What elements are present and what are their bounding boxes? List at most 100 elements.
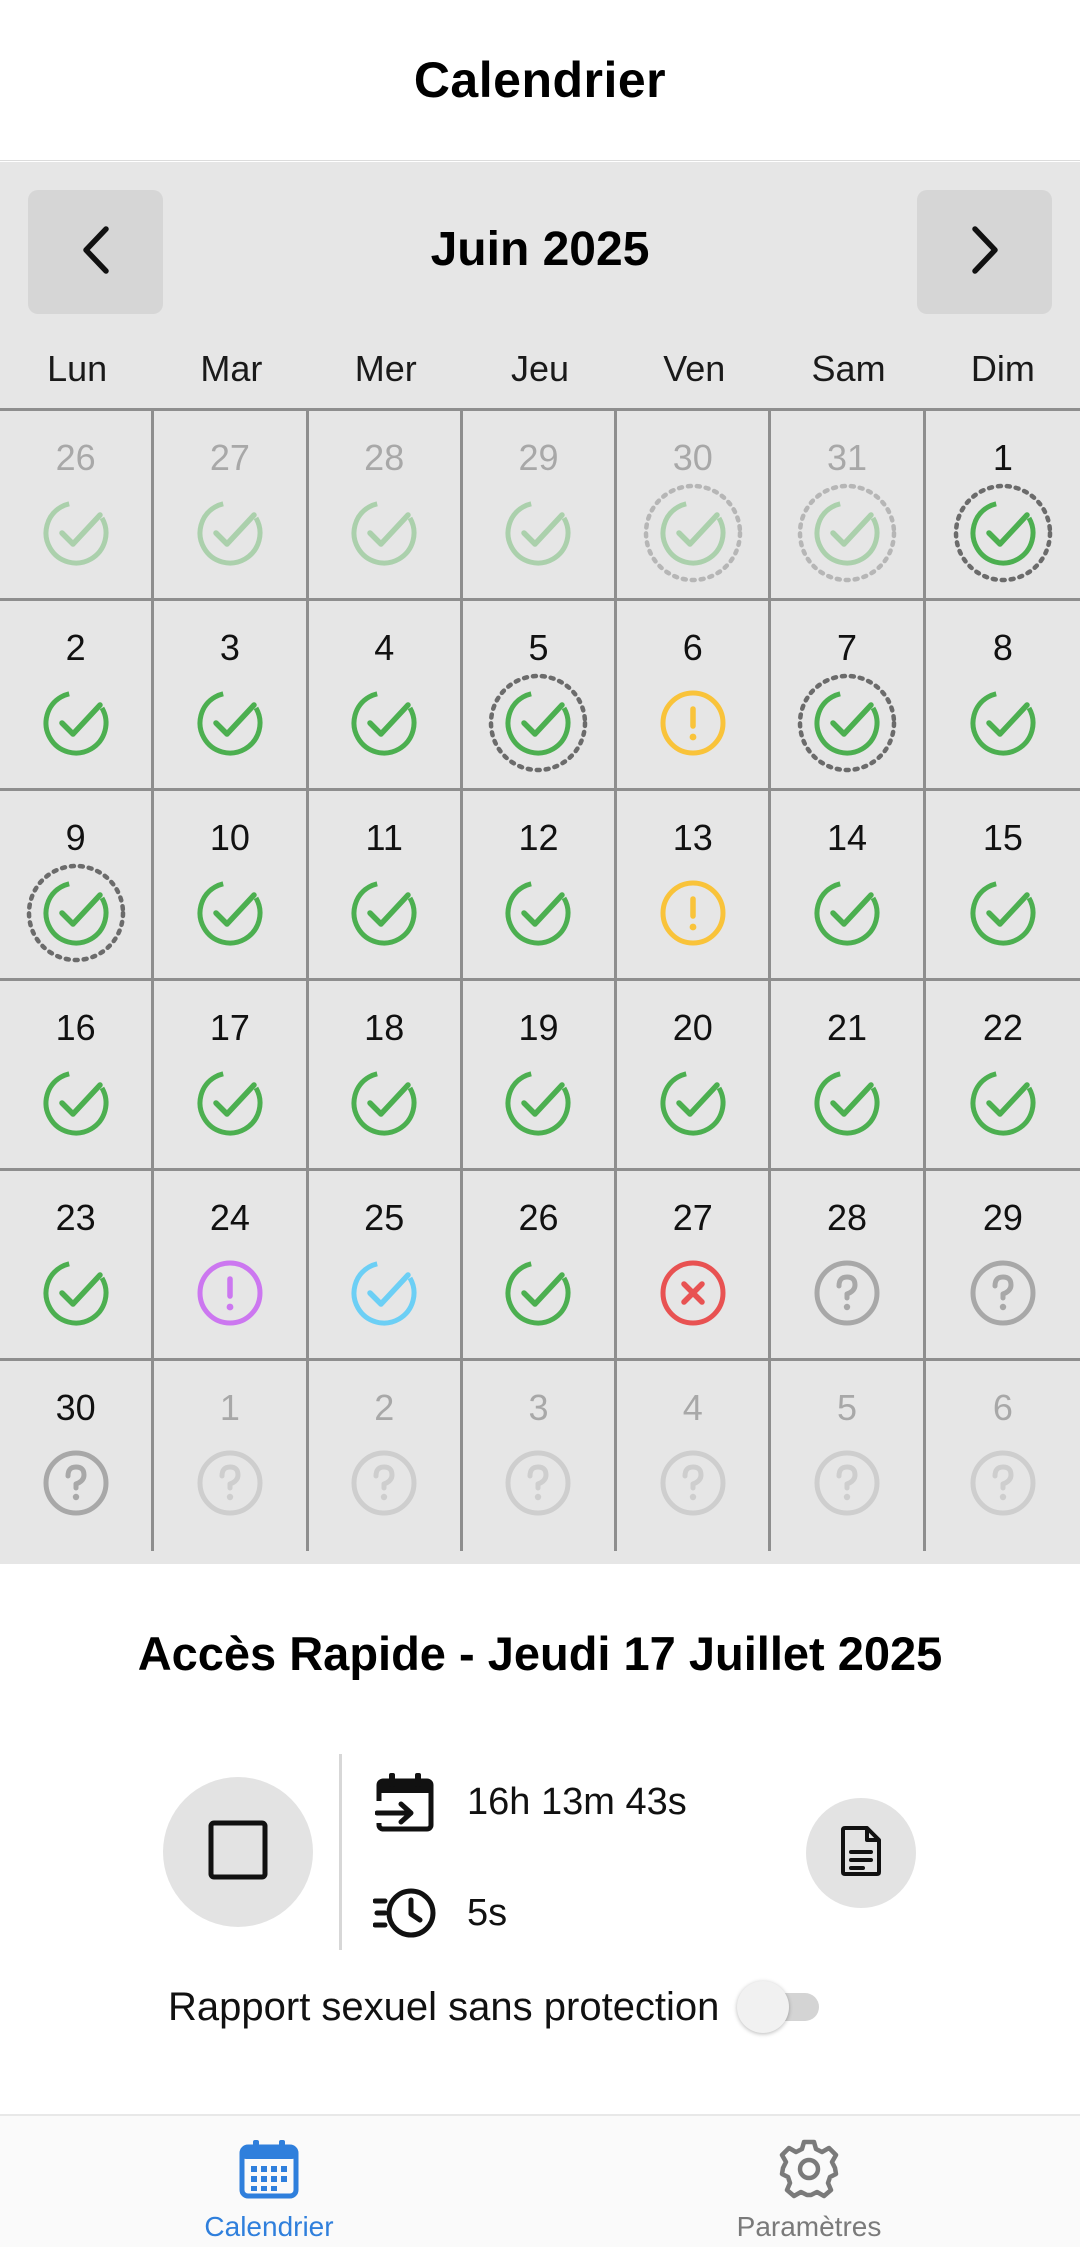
day-cell[interactable]: 7 — [771, 601, 926, 791]
check-circle-icon — [641, 481, 745, 585]
day-number: 16 — [55, 1007, 96, 1048]
day-number: 2 — [65, 627, 86, 668]
day-cell[interactable]: 3 — [463, 1361, 618, 1551]
day-cell[interactable]: 6 — [926, 1361, 1080, 1551]
tab-settings[interactable]: Paramètres — [659, 2138, 959, 2243]
gear-icon — [778, 2138, 840, 2205]
day-cell[interactable]: 4 — [308, 601, 463, 791]
check-circle-icon — [795, 1051, 899, 1155]
check-circle-icon — [951, 861, 1055, 965]
check-circle-icon — [332, 1241, 436, 1345]
check-circle-icon — [795, 481, 899, 585]
day-cell[interactable]: 30 — [0, 1361, 155, 1551]
unprotected-sex-toggle[interactable] — [737, 1981, 820, 2033]
question-circle-icon — [486, 1431, 590, 1535]
day-cell[interactable]: 26 — [0, 411, 155, 601]
check-circle-icon — [332, 861, 436, 965]
day-cell[interactable]: 29 — [925, 1171, 1080, 1361]
day-cell[interactable]: 17 — [154, 981, 309, 1171]
exclamation-circle-icon — [178, 1241, 282, 1345]
app-header: Calendrier — [0, 0, 1080, 161]
weekday-label: Mar — [200, 348, 263, 389]
day-number: 31 — [827, 437, 868, 478]
x-circle-icon — [641, 1241, 745, 1345]
next-month-button[interactable] — [917, 190, 1052, 314]
elapsed-time-row: 16h 13m 43s — [373, 1770, 687, 1834]
day-cell[interactable]: 18 — [308, 981, 463, 1171]
day-number: 13 — [672, 817, 713, 858]
calendar-grid: 26 27 28 29 30 31 1 2 3 4 5 6 7 8 9 10 11 12 13 14 15 16 17 18 1… — [0, 408, 1080, 1551]
check-circle-icon — [178, 861, 282, 965]
question-circle-icon — [951, 1431, 1055, 1535]
check-circle-icon — [178, 481, 282, 585]
toggle-thumb[interactable] — [737, 1981, 790, 2033]
check-circle-icon — [486, 861, 590, 965]
weekday-label: Mer — [354, 348, 417, 389]
day-cell[interactable]: 12 — [462, 791, 618, 981]
day-cell[interactable]: 9 — [0, 791, 155, 981]
day-cell[interactable]: 27 — [617, 1171, 772, 1361]
check-circle-icon — [332, 481, 436, 585]
check-circle-icon — [486, 481, 590, 585]
day-cell[interactable]: 23 — [0, 1171, 155, 1361]
day-cell[interactable]: 31 — [771, 411, 926, 601]
day-number: 14 — [827, 817, 868, 858]
day-number: 12 — [518, 817, 559, 858]
day-cell[interactable]: 3 — [154, 601, 309, 791]
day-cell[interactable]: 22 — [925, 981, 1080, 1171]
check-circle-icon — [795, 671, 899, 775]
check-circle-icon — [24, 671, 128, 775]
question-circle-icon — [951, 1241, 1055, 1345]
day-cell[interactable]: 8 — [925, 601, 1080, 791]
day-cell[interactable]: 30 — [617, 411, 772, 601]
question-circle-icon — [641, 1431, 745, 1535]
day-cell[interactable]: 19 — [462, 981, 618, 1171]
day-cell[interactable]: 28 — [308, 411, 463, 601]
weekday-label: Lun — [47, 348, 108, 389]
day-cell[interactable]: 4 — [617, 1361, 772, 1551]
check-circle-icon — [332, 1051, 436, 1155]
day-cell[interactable]: 16 — [0, 981, 155, 1171]
day-cell[interactable]: 24 — [154, 1171, 309, 1361]
day-number: 3 — [528, 1387, 549, 1428]
day-cell[interactable]: 29 — [462, 411, 618, 601]
quick-access-title: Accès Rapide - Jeudi 17 Juillet 2025 — [137, 1627, 943, 1680]
day-cell[interactable]: 26 — [462, 1171, 618, 1361]
weekday-label: Sam — [811, 348, 886, 389]
check-circle-icon — [486, 1051, 590, 1155]
day-cell[interactable]: 21 — [771, 981, 926, 1171]
day-cell[interactable]: 1 — [925, 411, 1080, 601]
day-cell[interactable]: 5 — [462, 601, 618, 791]
day-number: 28 — [364, 437, 405, 478]
day-cell[interactable]: 5 — [771, 1361, 926, 1551]
day-number: 20 — [672, 1007, 713, 1048]
weekday-label: Jeu — [510, 348, 570, 389]
day-cell[interactable]: 14 — [771, 791, 926, 981]
day-cell[interactable]: 20 — [617, 981, 772, 1171]
day-cell[interactable]: 13 — [617, 791, 772, 981]
duration-value: 5s — [467, 1891, 508, 1934]
stop-button[interactable] — [163, 1777, 313, 1927]
day-cell[interactable]: 6 — [617, 601, 772, 791]
check-circle-icon — [178, 1051, 282, 1155]
day-cell[interactable]: 27 — [154, 411, 309, 601]
day-cell[interactable]: 2 — [0, 601, 155, 791]
check-circle-icon — [332, 671, 436, 775]
day-cell[interactable]: 25 — [308, 1171, 463, 1361]
day-number: 30 — [672, 437, 713, 478]
elapsed-time-value: 16h 13m 43s — [467, 1780, 687, 1823]
day-cell[interactable]: 10 — [154, 791, 309, 981]
tab-settings-label: Paramètres — [736, 2211, 882, 2242]
day-cell[interactable]: 15 — [925, 791, 1080, 981]
day-cell[interactable]: 11 — [308, 791, 463, 981]
document-button[interactable] — [806, 1798, 916, 1908]
unprotected-sex-row: Rapport sexuel sans protection — [168, 1972, 820, 2042]
question-circle-icon — [795, 1431, 899, 1535]
tab-calendar[interactable]: Calendrier — [119, 2138, 419, 2243]
day-cell[interactable]: 28 — [771, 1171, 926, 1361]
day-cell[interactable]: 2 — [309, 1361, 463, 1551]
day-number: 2 — [374, 1387, 395, 1428]
day-cell[interactable]: 1 — [154, 1361, 309, 1551]
fast-clock-icon — [373, 1881, 437, 1945]
day-number: 25 — [364, 1197, 405, 1238]
